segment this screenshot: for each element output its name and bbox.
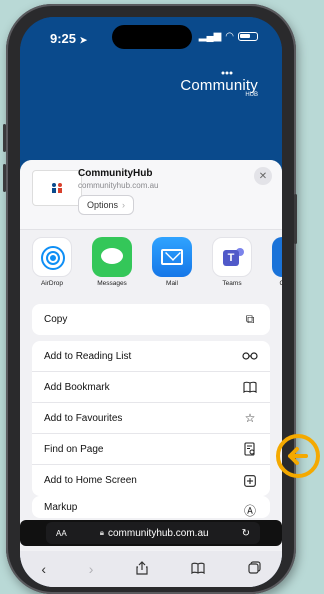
safari-toolbar: ‹ › xyxy=(20,551,282,587)
status-time: 9:25 ➤ xyxy=(50,31,87,46)
share-app-messages[interactable]: Messages xyxy=(92,237,132,287)
volume-up-button xyxy=(3,124,6,152)
time-text: 9:25 xyxy=(50,31,77,46)
mail-icon xyxy=(152,237,192,277)
dynamic-island xyxy=(112,25,192,49)
highlight-callout xyxy=(276,434,320,478)
site-logo: Community HUB xyxy=(180,71,258,98)
status-bar: 9:25 ➤ ▂▄▆ ◠ xyxy=(20,17,282,57)
phone-screen: 9:25 ➤ ▂▄▆ ◠ Community HUB CommunityHub … xyxy=(20,17,282,587)
action-label: Markup xyxy=(44,502,78,513)
reader-aa-button[interactable]: AA xyxy=(56,529,67,538)
share-app-label: AirDrop xyxy=(40,280,64,287)
forward-icon[interactable]: › xyxy=(89,561,94,577)
share-app-outlook[interactable]: O xyxy=(272,237,282,287)
action-group-main: Add to Reading List Add Bookmark Add to … xyxy=(32,341,270,496)
action-find-on-page[interactable]: Find on Page xyxy=(32,434,270,465)
book-icon xyxy=(242,379,258,395)
power-button xyxy=(294,194,297,244)
markup-icon: Ⓐ xyxy=(243,503,256,518)
action-group-markup: Markup Ⓐ xyxy=(32,496,270,518)
chevron-right-icon: › xyxy=(122,200,126,210)
share-app-airdrop[interactable]: AirDrop xyxy=(32,237,72,287)
share-app-label: O xyxy=(272,280,282,287)
address-url-wrap: 🔒︎ communityhub.com.au xyxy=(100,528,209,539)
options-label: Options xyxy=(87,200,119,210)
share-sheet-header: CommunityHub communityhub.com.au Options… xyxy=(20,160,282,230)
volume-down-button xyxy=(3,164,6,192)
arrow-left-icon xyxy=(288,447,308,465)
share-url: communityhub.com.au xyxy=(78,181,159,190)
share-title: CommunityHub xyxy=(78,168,153,179)
copy-icon: ⧉ xyxy=(245,312,255,326)
action-label: Find on Page xyxy=(44,443,104,455)
site-thumbnail xyxy=(32,170,82,206)
airdrop-icon xyxy=(32,237,72,277)
share-app-teams[interactable]: T Teams xyxy=(212,237,252,287)
address-bar: AA 🔒︎ communityhub.com.au ↻ xyxy=(20,520,282,546)
action-label: Add to Favourites xyxy=(44,412,123,424)
share-app-label: Mail xyxy=(166,280,178,287)
address-url: communityhub.com.au xyxy=(107,527,209,539)
share-app-mail[interactable]: Mail xyxy=(152,237,192,287)
tabs-icon[interactable] xyxy=(247,561,261,577)
bookmarks-icon[interactable] xyxy=(191,561,205,577)
action-label: Copy xyxy=(44,314,68,325)
teams-icon: T xyxy=(212,237,252,277)
signal-icon: ▂▄▆ xyxy=(198,31,222,42)
people-logo-icon xyxy=(221,71,233,75)
star-icon: ☆ xyxy=(244,411,256,425)
action-copy[interactable]: Copy ⧉ xyxy=(32,304,270,335)
glasses-icon xyxy=(242,348,258,364)
action-markup[interactable]: Markup Ⓐ xyxy=(32,496,270,518)
location-arrow-icon: ➤ xyxy=(79,35,88,45)
close-button[interactable]: ✕ xyxy=(254,167,272,185)
find-on-page-icon xyxy=(242,441,258,457)
action-label: Add to Home Screen xyxy=(44,475,137,486)
status-icons: ▂▄▆ ◠ xyxy=(199,31,258,42)
address-field[interactable]: AA 🔒︎ communityhub.com.au ↻ xyxy=(46,522,260,544)
share-apps-row: AirDrop Messages Mail T Teams O xyxy=(32,237,282,287)
share-app-label: Messages xyxy=(97,280,127,287)
action-label: Add Bookmark xyxy=(44,381,110,393)
share-icon[interactable] xyxy=(136,560,148,578)
action-group-copy: Copy ⧉ xyxy=(32,304,270,335)
close-icon: ✕ xyxy=(258,170,268,182)
messages-icon xyxy=(92,237,132,277)
wifi-icon: ◠ xyxy=(225,31,234,42)
battery-icon xyxy=(238,32,258,41)
action-add-home-screen[interactable]: Add to Home Screen xyxy=(32,465,270,496)
back-icon[interactable]: ‹ xyxy=(41,561,46,577)
options-button[interactable]: Options › xyxy=(78,195,135,215)
action-add-reading-list[interactable]: Add to Reading List xyxy=(32,341,270,372)
outlook-icon xyxy=(272,237,282,277)
lock-icon: 🔒︎ xyxy=(99,528,104,537)
site-thumbnail-logo-icon xyxy=(52,183,62,193)
reload-icon[interactable]: ↻ xyxy=(242,528,250,539)
add-square-icon xyxy=(242,473,258,489)
action-label: Add to Reading List xyxy=(44,350,132,362)
action-add-favourites[interactable]: Add to Favourites ☆ xyxy=(32,403,270,434)
share-app-label: Teams xyxy=(222,280,242,287)
action-add-bookmark[interactable]: Add Bookmark xyxy=(32,372,270,403)
